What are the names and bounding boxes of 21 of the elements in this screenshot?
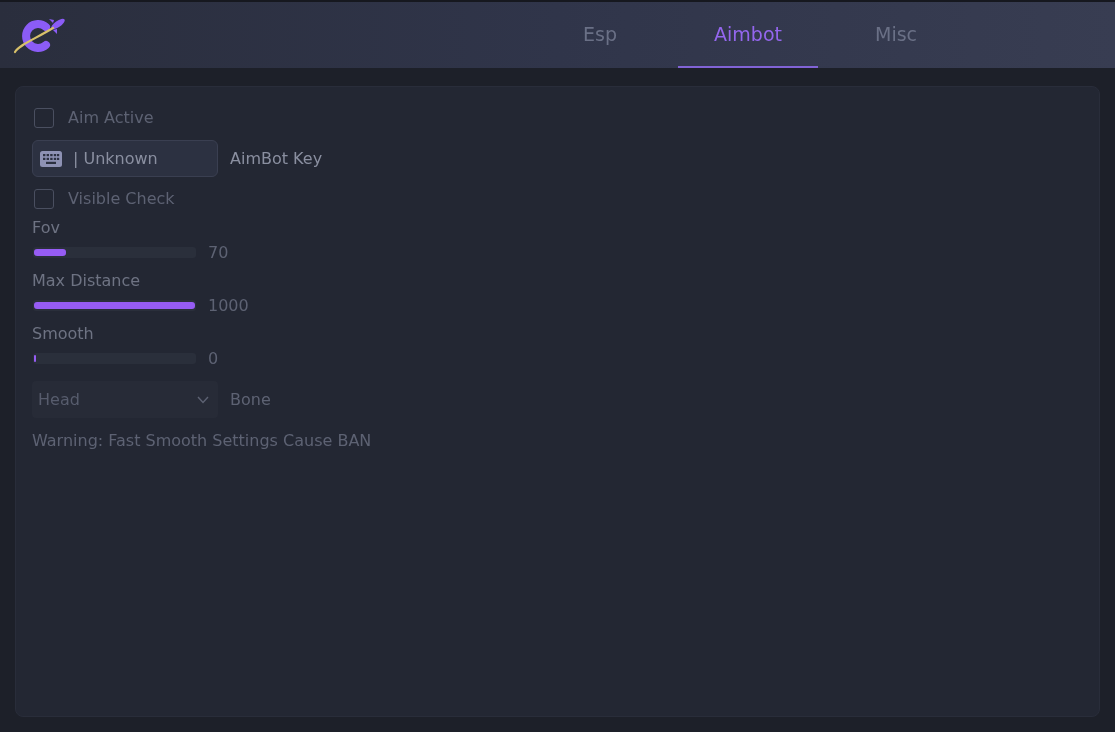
slider-value: 70 xyxy=(208,242,229,262)
keyboard-icon xyxy=(40,150,62,167)
tab[interactable]: Misc xyxy=(826,2,966,68)
checkbox-label: Aim Active xyxy=(68,108,154,128)
slider-track[interactable] xyxy=(33,352,196,364)
keybind-label: AimBot Key xyxy=(230,149,323,168)
warning-text: Warning: Fast Smooth Settings Cause BAN xyxy=(32,431,372,451)
checkbox-label: Visible Check xyxy=(68,189,175,209)
slider-label: Max Distance xyxy=(32,271,142,291)
checkbox[interactable] xyxy=(34,189,54,209)
tab[interactable]: Aimbot xyxy=(678,2,818,68)
slider-label: Smooth xyxy=(32,324,95,344)
slider-label: Fov xyxy=(32,218,61,238)
dropdown-label: Bone xyxy=(230,390,271,409)
slider-track[interactable] xyxy=(33,246,196,258)
tab[interactable]: Esp xyxy=(530,2,670,68)
chevron-down-icon xyxy=(197,395,209,404)
slider-value: 0 xyxy=(208,348,219,368)
checkbox[interactable] xyxy=(34,108,54,128)
keybind-button[interactable]: | Unknown xyxy=(32,140,218,177)
slider-value: 1000 xyxy=(208,295,249,315)
